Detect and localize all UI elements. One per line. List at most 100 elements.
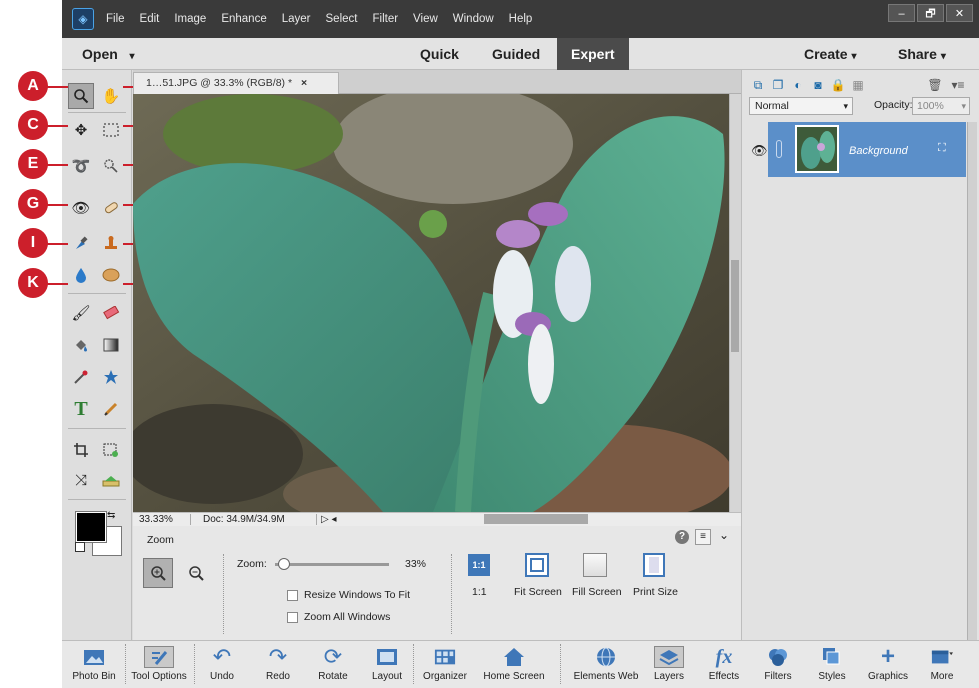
quick-selection-tool-icon[interactable]	[98, 153, 124, 179]
straighten-tool-icon[interactable]	[98, 467, 124, 493]
type-tool-icon[interactable]: T	[68, 396, 94, 422]
visibility-eye-icon[interactable]: 👁	[751, 143, 768, 159]
tool-options-button[interactable]: Tool Options	[126, 640, 192, 688]
zoom-all-windows-option[interactable]: Zoom All Windows	[287, 611, 390, 623]
recompose-tool-icon[interactable]	[98, 437, 124, 463]
zoom-tool-icon[interactable]	[68, 83, 94, 109]
lock-all-icon[interactable]: 🔒	[830, 78, 846, 92]
close-button[interactable]: ✕	[946, 4, 973, 22]
open-button[interactable]: Open ▾	[82, 38, 134, 70]
zoom-slider-track[interactable]	[275, 563, 389, 566]
default-colors-icon[interactable]	[75, 542, 85, 552]
filters-button[interactable]: Filters	[756, 640, 800, 688]
undo-button[interactable]: ↶ Undo	[200, 640, 244, 688]
move-tool-icon[interactable]: ✥	[68, 117, 94, 143]
document-tab[interactable]: 1…51.JPG @ 33.3% (RGB/8) * ×	[133, 72, 339, 94]
eyedropper-tool-icon[interactable]	[68, 364, 94, 390]
zoom-slider-handle[interactable]	[278, 558, 291, 570]
rotate-button[interactable]: ⟳ Rotate	[310, 640, 356, 688]
horizontal-scroll-thumb[interactable]	[484, 514, 588, 524]
graphics-button[interactable]: + Graphics	[862, 640, 914, 688]
gradient-tool-icon[interactable]	[98, 332, 124, 358]
tab-guided[interactable]: Guided	[492, 38, 540, 70]
collapse-icon[interactable]: ⌄	[719, 528, 729, 542]
adjustment-layer-icon[interactable]: ◐	[790, 78, 806, 92]
blur-tool-icon[interactable]	[68, 262, 94, 288]
tab-expert[interactable]: Expert	[557, 38, 629, 70]
home-screen-button[interactable]: Home Screen	[478, 640, 550, 688]
menu-window[interactable]: Window	[453, 13, 494, 25]
pencil-tool-icon[interactable]	[98, 396, 124, 422]
tab-quick[interactable]: Quick	[420, 38, 459, 70]
foreground-color-swatch[interactable]	[75, 511, 107, 543]
lock-transparent-icon[interactable]: ▦	[850, 78, 866, 92]
restore-button[interactable]: 🗗	[917, 4, 944, 22]
zoom-all-windows-checkbox[interactable]	[287, 611, 298, 623]
brush-tool-icon[interactable]: 🖌	[68, 300, 94, 326]
content-aware-move-tool-icon[interactable]: ⤨	[68, 467, 94, 493]
fit-screen-button[interactable]	[525, 553, 549, 577]
fx-icon: fx	[715, 645, 733, 668]
opacity-field[interactable]: 100% ▾	[912, 97, 970, 115]
custom-shape-tool-icon[interactable]	[98, 364, 124, 390]
smart-brush-tool-icon[interactable]	[68, 230, 94, 256]
menu-layer[interactable]: Layer	[282, 13, 311, 25]
image-canvas[interactable]	[133, 94, 729, 512]
layers-button[interactable]: Layers	[648, 640, 690, 688]
resize-windows-option[interactable]: Resize Windows To Fit	[287, 589, 410, 601]
help-icon[interactable]: ?	[675, 530, 689, 544]
organizer-button[interactable]: Organizer	[416, 640, 474, 688]
swap-colors-icon[interactable]: ⇆	[107, 510, 115, 521]
effects-button[interactable]: fx Effects	[702, 640, 746, 688]
clone-stamp-tool-icon[interactable]	[98, 230, 124, 256]
layers-scrollbar[interactable]	[967, 122, 977, 640]
minimize-button[interactable]: –	[888, 4, 915, 22]
trash-icon[interactable]: 🗑	[927, 78, 943, 92]
spot-healing-tool-icon[interactable]	[98, 195, 124, 221]
hand-tool-icon[interactable]: ✋	[98, 83, 124, 109]
menu-help[interactable]: Help	[509, 13, 533, 25]
menu-edit[interactable]: Edit	[140, 13, 160, 25]
marquee-tool-icon[interactable]	[98, 117, 124, 143]
fill-screen-button[interactable]	[583, 553, 607, 577]
share-button[interactable]: Share ▾	[898, 38, 946, 70]
styles-button[interactable]: Styles	[810, 640, 854, 688]
layer-mask-icon[interactable]: ◙	[810, 78, 826, 92]
redo-button[interactable]: ↷ Redo	[256, 640, 300, 688]
more-button[interactable]: More	[920, 640, 964, 688]
panel-menu-icon[interactable]: ▾≡	[950, 78, 966, 92]
document-tab-bar: 1…51.JPG @ 33.3% (RGB/8) * ×	[133, 70, 741, 94]
new-layer-icon[interactable]: ⧉	[750, 78, 766, 92]
options-divider	[451, 554, 452, 634]
photo-bin-button[interactable]: Photo Bin	[66, 640, 122, 688]
crop-tool-icon[interactable]	[68, 437, 94, 463]
blend-mode-select[interactable]: Normal ▾	[749, 97, 853, 115]
new-group-icon[interactable]: ❐	[770, 78, 786, 92]
zoom-in-button[interactable]	[143, 558, 173, 588]
menu-filter[interactable]: Filter	[372, 13, 398, 25]
menu-view[interactable]: View	[413, 13, 438, 25]
menu-select[interactable]: Select	[326, 13, 358, 25]
vertical-scroll-thumb[interactable]	[731, 260, 739, 352]
print-size-button[interactable]	[643, 553, 665, 577]
options-menu-icon[interactable]: ≡	[695, 529, 711, 545]
lasso-tool-icon[interactable]: ➰	[68, 153, 94, 179]
layer-link-icon[interactable]	[776, 140, 782, 158]
zoom-out-button[interactable]	[181, 558, 211, 588]
photo-bin-icon	[83, 646, 105, 668]
red-eye-tool-icon[interactable]: 👁	[68, 195, 94, 221]
menu-image[interactable]: Image	[174, 13, 206, 25]
menu-enhance[interactable]: Enhance	[221, 13, 266, 25]
paint-bucket-tool-icon[interactable]	[68, 332, 94, 358]
actual-size-button[interactable]: 1:1	[468, 554, 490, 576]
menu-file[interactable]: File	[106, 13, 125, 25]
status-menu-arrow-icon[interactable]: ▷ ◂	[317, 514, 337, 525]
taskbar-divider	[413, 644, 414, 684]
sponge-tool-icon[interactable]	[98, 262, 124, 288]
elements-web-button[interactable]: Elements Web	[566, 640, 646, 688]
layout-button[interactable]: Layout	[364, 640, 410, 688]
create-button[interactable]: Create ▾	[804, 38, 857, 70]
eraser-tool-icon[interactable]	[98, 300, 124, 326]
resize-windows-checkbox[interactable]	[287, 589, 298, 601]
close-tab-icon[interactable]: ×	[301, 77, 307, 89]
